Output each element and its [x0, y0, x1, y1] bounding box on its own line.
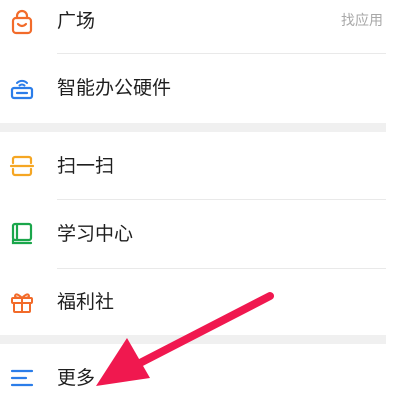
menu-item-label: 福利社 [57, 291, 115, 313]
section-separator [0, 335, 386, 344]
shopping-bag-icon [9, 9, 35, 35]
menu-item-label: 广场 [57, 10, 96, 32]
router-icon [9, 75, 35, 101]
book-icon [9, 221, 35, 247]
menu-item-square[interactable]: 广场 找应用 [0, 0, 386, 52]
menu-item-welfare[interactable]: 福利社 [0, 269, 386, 334]
section-separator [0, 123, 386, 132]
menu-item-smart-office-hardware[interactable]: 智能办公硬件 [0, 54, 386, 122]
menu-item-hint: 找应用 [341, 13, 383, 29]
menu-item-label: 智能办公硬件 [57, 77, 172, 99]
menu-item-label: 更多 [57, 367, 96, 389]
menu-item-scan[interactable]: 扫一扫 [0, 132, 386, 198]
menu-lines-icon [9, 365, 35, 391]
menu-item-label: 扫一扫 [57, 155, 115, 177]
menu-item-more[interactable]: 更多 [0, 344, 386, 401]
gift-icon [9, 289, 35, 315]
scan-icon [9, 153, 35, 179]
menu-item-learning-center[interactable]: 学习中心 [0, 200, 386, 267]
menu-item-label: 学习中心 [57, 223, 134, 245]
